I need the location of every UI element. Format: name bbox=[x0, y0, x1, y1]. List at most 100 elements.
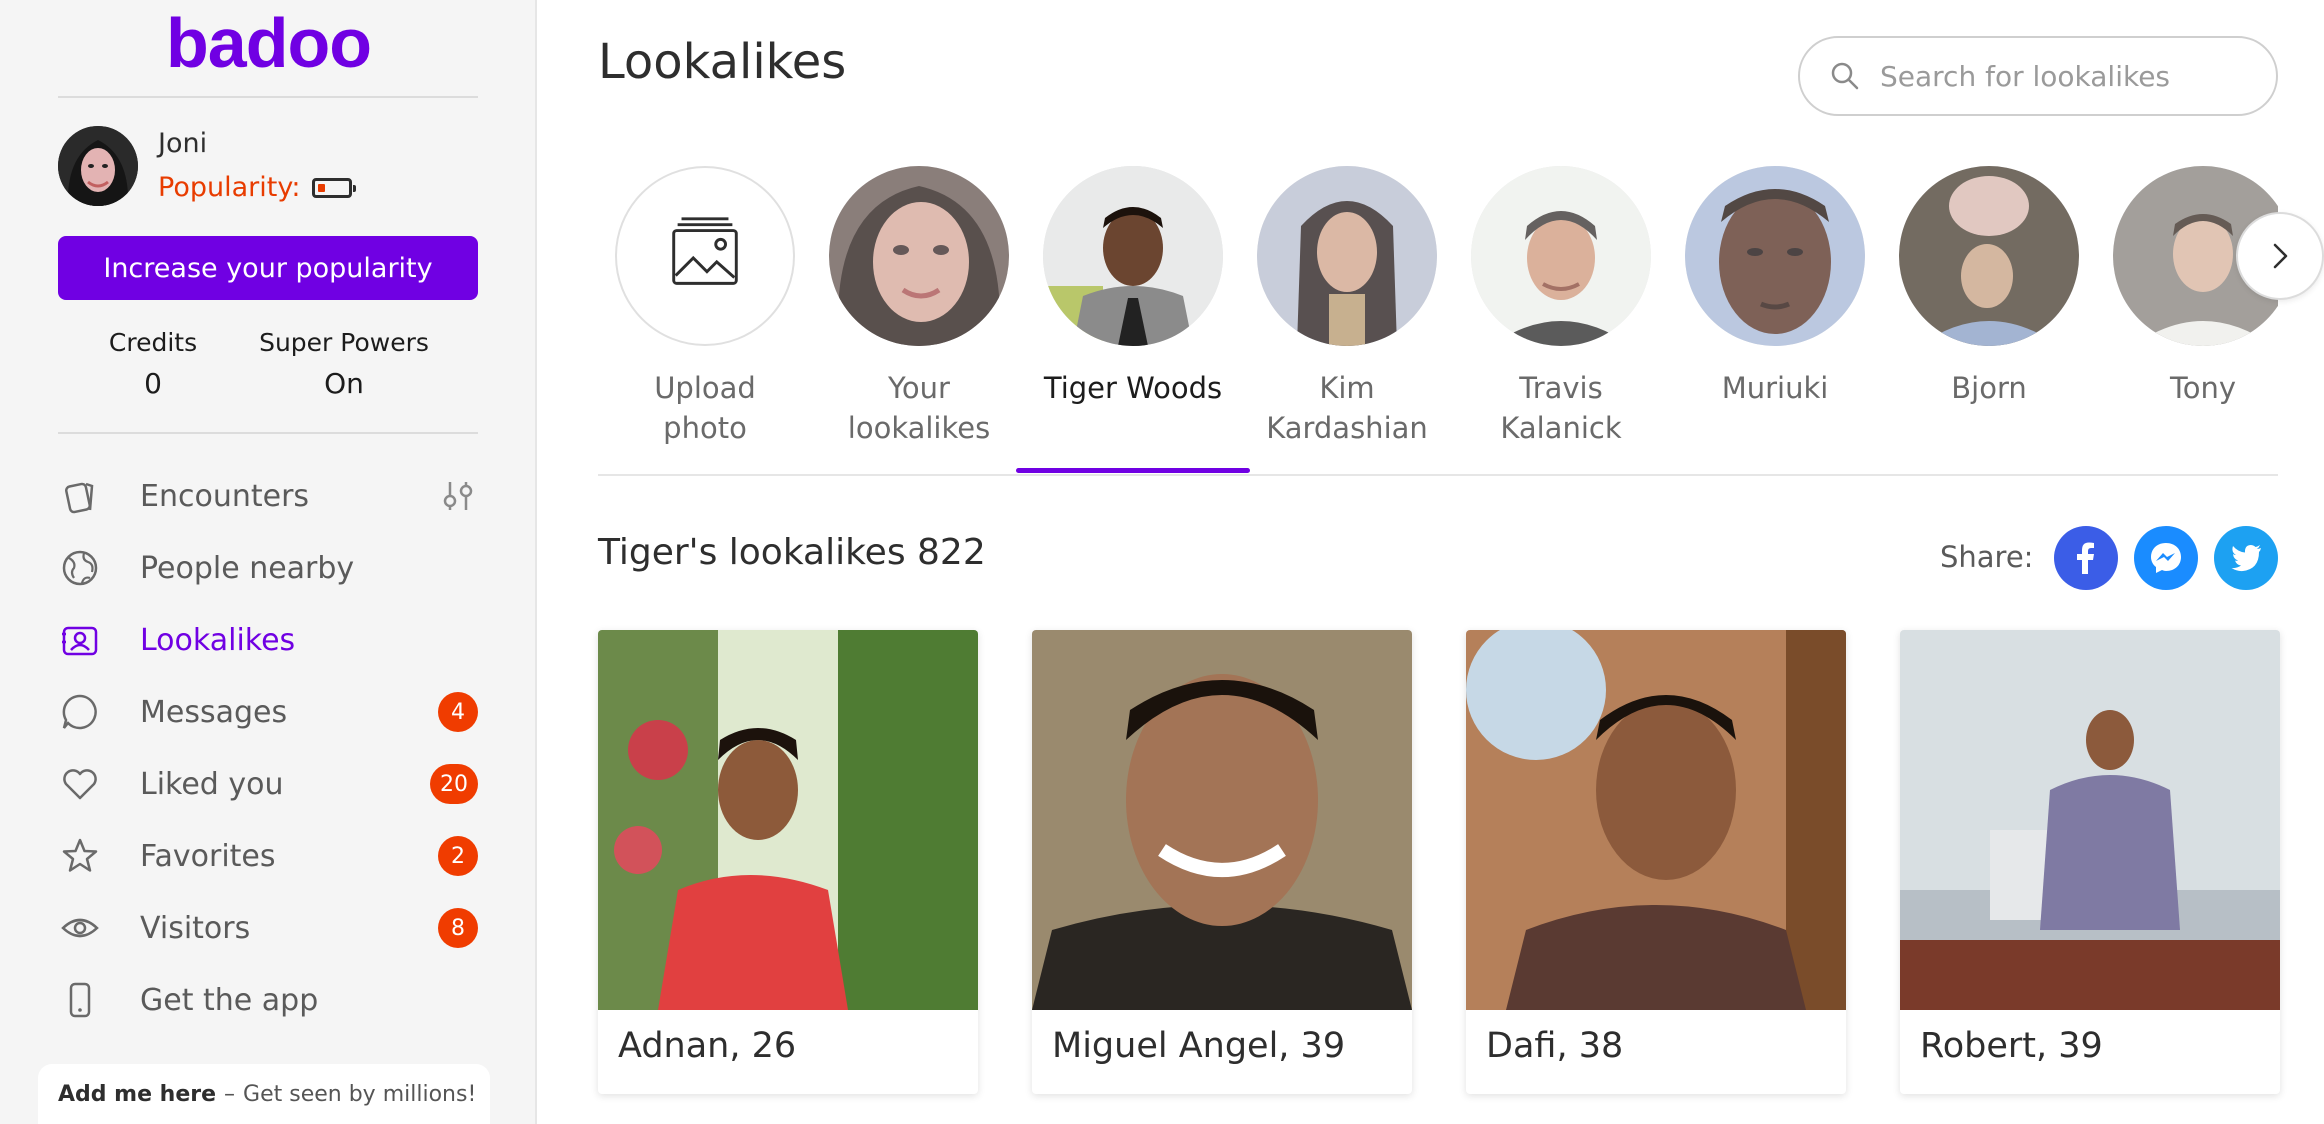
celeb-label-line: Kardashian bbox=[1266, 411, 1428, 445]
star-icon bbox=[58, 834, 102, 878]
share-messenger-button[interactable] bbox=[2134, 526, 2198, 590]
celeb-label: Your lookalikes bbox=[812, 368, 1026, 448]
avatar[interactable] bbox=[58, 126, 138, 206]
cards-icon bbox=[58, 474, 102, 518]
messenger-icon bbox=[2151, 543, 2181, 573]
celeb-label-line: Tiger Woods bbox=[1043, 371, 1223, 405]
nav-label: Messages bbox=[140, 694, 288, 730]
page-title: Lookalikes bbox=[598, 34, 847, 90]
celeb-photo[interactable] bbox=[1043, 166, 1223, 346]
lookalike-photo[interactable] bbox=[1032, 630, 1412, 1010]
upload-image-icon bbox=[672, 217, 738, 285]
filter-settings-icon[interactable] bbox=[438, 476, 478, 516]
celeb-photo[interactable] bbox=[1685, 166, 1865, 346]
eye-icon bbox=[58, 906, 102, 950]
add-me-bold: Add me here bbox=[58, 1081, 217, 1107]
celeb-label-line: Bjorn bbox=[1951, 371, 2027, 405]
nav-label: Lookalikes bbox=[140, 622, 296, 658]
phone-icon bbox=[58, 978, 102, 1022]
heart-icon bbox=[58, 762, 102, 806]
nav-label: Visitors bbox=[140, 910, 251, 946]
celeb-label-line: photo bbox=[663, 411, 747, 445]
chat-icon bbox=[58, 690, 102, 734]
superpowers-value: On bbox=[324, 367, 364, 400]
celeb-label: Kim Kardashian bbox=[1240, 368, 1454, 448]
add-me-promo[interactable]: Add me here – Get seen by millions! bbox=[38, 1064, 490, 1124]
celeb-label-line: Kalanick bbox=[1500, 411, 1622, 445]
messages-badge: 4 bbox=[438, 692, 478, 732]
nav-label: Liked you bbox=[140, 766, 284, 802]
chevron-right-icon bbox=[2273, 243, 2288, 269]
celebrity-carousel: Upload photo Your lookalikes Tiger Woods bbox=[598, 164, 2278, 476]
lookalike-card[interactable]: Miguel Angel, 39 bbox=[1032, 630, 1412, 1094]
celeb-photo[interactable] bbox=[1471, 166, 1651, 346]
celeb-label: Tony bbox=[2096, 368, 2278, 408]
celeb-your-lookalikes[interactable]: Your lookalikes bbox=[812, 164, 1026, 448]
nav-item-favorites[interactable]: Favorites 2 bbox=[58, 828, 478, 884]
nav-label: Get the app bbox=[140, 982, 319, 1018]
lookalike-card[interactable]: Adnan, 26 bbox=[598, 630, 978, 1094]
profile-name[interactable]: Joni bbox=[158, 128, 207, 159]
search-icon bbox=[1831, 62, 1859, 90]
celeb-photo[interactable] bbox=[829, 166, 1009, 346]
celeb-travis-kalanick[interactable]: Travis Kalanick bbox=[1454, 164, 1668, 448]
celeb-upload-photo[interactable]: Upload photo bbox=[598, 164, 812, 448]
lookalikes-icon bbox=[58, 618, 102, 662]
lookalike-card[interactable]: Dafi, 38 bbox=[1466, 630, 1846, 1094]
nav-item-lookalikes[interactable]: Lookalikes bbox=[58, 612, 478, 668]
celeb-photo[interactable] bbox=[1899, 166, 2079, 346]
celeb-label-line: Tony bbox=[2169, 371, 2237, 405]
share-facebook-button[interactable] bbox=[2054, 526, 2118, 590]
popularity-indicator[interactable]: Popularity: bbox=[158, 172, 357, 203]
facebook-icon bbox=[2077, 542, 2094, 574]
lookalike-card[interactable]: Robert, 39 bbox=[1900, 630, 2280, 1094]
results-title: Tiger's lookalikes 822 bbox=[598, 532, 986, 573]
lookalike-name: Robert, 39 bbox=[1920, 1026, 2103, 1066]
search-input[interactable] bbox=[1880, 59, 2260, 93]
celeb-kim-kardashian[interactable]: Kim Kardashian bbox=[1240, 164, 1454, 448]
celeb-bjorn[interactable]: Bjorn bbox=[1882, 164, 2096, 408]
sidebar: badoo Joni Popularity: Increase your pop… bbox=[0, 0, 537, 1124]
celeb-label-line: Muriuki bbox=[1721, 371, 1829, 405]
share-twitter-button[interactable] bbox=[2214, 526, 2278, 590]
credits-label: Credits bbox=[108, 328, 198, 357]
nav-item-people-nearby[interactable]: People nearby bbox=[58, 540, 478, 596]
nav-item-liked-you[interactable]: Liked you 20 bbox=[58, 756, 478, 812]
increase-popularity-button[interactable]: Increase your popularity bbox=[58, 236, 478, 300]
celeb-label-line: Upload bbox=[654, 371, 756, 405]
credits-stat[interactable]: Credits 0 bbox=[88, 328, 218, 400]
badoo-logo[interactable]: badoo bbox=[0, 8, 537, 78]
celeb-label-line: lookalikes bbox=[847, 411, 991, 445]
add-me-text: Get seen by millions! bbox=[243, 1081, 477, 1107]
lookalike-photo[interactable] bbox=[1466, 630, 1846, 1010]
nav-label: People nearby bbox=[140, 550, 355, 586]
search-box[interactable] bbox=[1798, 36, 2278, 116]
nav-label: Favorites bbox=[140, 838, 276, 874]
carousel-next-button[interactable] bbox=[2236, 212, 2324, 300]
twitter-icon bbox=[2231, 545, 2261, 572]
share-label: Share: bbox=[1940, 540, 2034, 574]
add-me-separator: – bbox=[224, 1081, 236, 1107]
lookalike-photo[interactable] bbox=[598, 630, 978, 1010]
divider bbox=[58, 432, 478, 434]
liked-you-badge: 20 bbox=[430, 764, 478, 804]
celeb-label: Muriuki bbox=[1668, 368, 1882, 408]
lookalike-name: Dafi, 38 bbox=[1486, 1026, 1624, 1066]
globe-icon bbox=[58, 546, 102, 590]
celeb-label-line: Your bbox=[888, 371, 950, 405]
celeb-tiger-woods[interactable]: Tiger Woods bbox=[1016, 164, 1250, 473]
celeb-photo[interactable] bbox=[1257, 166, 1437, 346]
celeb-label: Upload photo bbox=[598, 368, 812, 448]
upload-photo-circle[interactable] bbox=[615, 166, 795, 346]
app-root: badoo Joni Popularity: Increase your pop… bbox=[0, 0, 2324, 1124]
celeb-muriuki[interactable]: Muriuki bbox=[1668, 164, 1882, 408]
celeb-label-line: Kim bbox=[1319, 371, 1375, 405]
favorites-badge: 2 bbox=[438, 836, 478, 876]
nav-item-messages[interactable]: Messages 4 bbox=[58, 684, 478, 740]
nav-item-visitors[interactable]: Visitors 8 bbox=[58, 900, 478, 956]
nav-item-encounters[interactable]: Encounters bbox=[58, 468, 478, 524]
celeb-label: Tiger Woods bbox=[1026, 368, 1240, 408]
lookalike-photo[interactable] bbox=[1900, 630, 2280, 1010]
nav-item-get-the-app[interactable]: Get the app bbox=[58, 972, 478, 1028]
superpowers-stat[interactable]: Super Powers On bbox=[254, 328, 434, 400]
